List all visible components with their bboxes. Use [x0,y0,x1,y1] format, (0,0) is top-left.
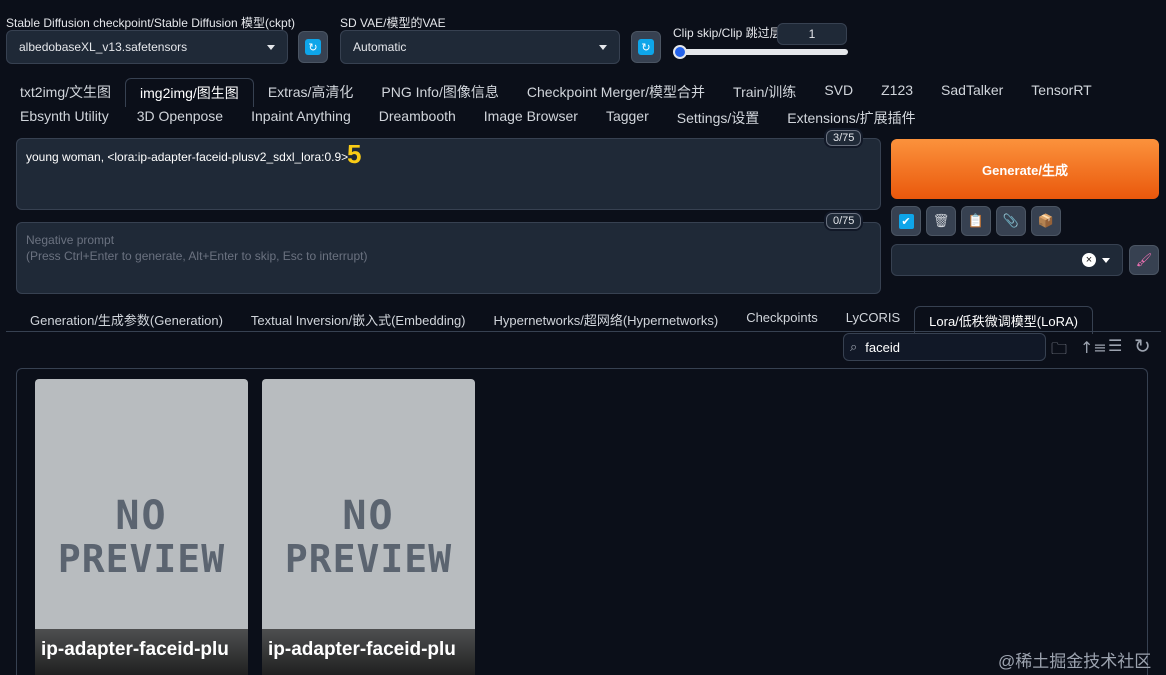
paperclip-button[interactable]: 📎 [996,206,1026,236]
tab-3[interactable]: PNG Info/图像信息 [367,78,512,107]
clipboard-button[interactable]: 📋 [961,206,991,236]
no-preview-bottom: PREVIEW [57,537,226,581]
paperclip-icon: 📎 [1002,213,1020,229]
tab-2[interactable]: Extras/高清化 [254,78,368,107]
checkpoint-refresh-button[interactable]: ↻ [298,31,328,63]
no-preview-top: NO [115,493,168,539]
negative-prompt-token-counter: 0/75 [826,213,862,229]
tab-5[interactable]: Tagger [592,104,663,132]
apply-style-button[interactable]: 🖌 [1129,245,1159,275]
prompt-token-counter: 3/75 [826,130,862,146]
chevron-down-icon [1102,257,1110,263]
clip-skip-input[interactable]: 1 [777,23,847,45]
refresh-icon[interactable]: ↻ [1134,334,1151,358]
main-tabs-row2: Ebsynth Utility 3D Openpose Inpaint Anythi… [6,104,930,132]
tab-2[interactable]: Inpaint Anything [237,104,365,132]
box-icon: 📦 [1037,213,1055,229]
prompt-text: young woman, <lora:ip-adapter-faceid-plu… [26,150,349,164]
tab-0[interactable]: Ebsynth Utility [6,104,123,132]
tab-3[interactable]: Dreambooth [365,104,470,132]
lora-card[interactable]: NO PREVIEW ip-adapter-faceid-plu [262,379,475,675]
network-tab-4[interactable]: LyCORIS [832,306,914,334]
vae-value: Automatic [353,40,407,54]
tab-4[interactable]: Image Browser [470,104,592,132]
network-tab-2[interactable]: Hypernetworks/超网络(Hypernetworks) [480,306,733,334]
network-tabs: Generation/生成参数(Generation) Textual Inver… [16,306,1093,334]
tab-1[interactable]: 3D Openpose [123,104,237,132]
tab-7[interactable]: Extensions/扩展插件 [773,104,929,132]
tab-6[interactable]: SVD [810,78,867,107]
check-icon-button[interactable]: ✔ [891,206,921,236]
negative-prompt-textarea[interactable]: Negative prompt (Press Ctrl+Enter to gen… [16,222,881,294]
refresh-icon: ↻ [305,39,321,55]
clip-skip-label: Clip skip/Clip 跳过层 [673,26,782,40]
chevron-down-icon [267,44,275,50]
box-button[interactable]: 📦 [1031,206,1061,236]
search-icon: ⌕ [850,339,858,355]
vae-refresh-button[interactable]: ↻ [631,31,661,63]
checkpoint-value: albedobaseXL_v13.safetensors [19,40,188,54]
lora-card[interactable]: NO PREVIEW ip-adapter-faceid-plu [35,379,248,675]
prompt-textarea[interactable]: young woman, <lora:ip-adapter-faceid-plu… [16,138,881,210]
generate-button[interactable]: Generate/生成 [891,139,1159,199]
network-tab-0[interactable]: Generation/生成参数(Generation) [16,306,237,334]
no-preview-top: NO [342,493,395,539]
lora-card-name: ip-adapter-faceid-plu [35,629,248,675]
clip-skip-slider[interactable] [673,49,848,55]
tree-view-icon[interactable]: ☰ [1108,336,1122,355]
vae-dropdown[interactable]: Automatic [340,30,620,64]
search-input[interactable]: ⌕ faceid [843,333,1046,361]
tab-7[interactable]: Z123 [867,78,927,107]
tab-6[interactable]: Settings/设置 [663,104,773,132]
tab-1[interactable]: img2img/图生图 [125,78,254,107]
clip-skip-slider-thumb[interactable] [673,45,687,59]
network-tab-5[interactable]: Lora/低秩微调模型(LoRA) [914,306,1093,334]
vae-label: SD VAE/模型的VAE [340,16,446,30]
lora-card-name: ip-adapter-faceid-plu [262,629,475,675]
chevron-down-icon [599,44,607,50]
negative-prompt-hint: (Press Ctrl+Enter to generate, Alt+Enter… [26,249,368,263]
styles-dropdown[interactable]: × [891,244,1123,276]
folder-search-icon[interactable]: 🗀 [1051,338,1067,365]
trash-button[interactable]: 🗑 [926,206,956,236]
check-icon: ✔ [898,213,914,229]
watermark: @稀土掘金技术社区 [998,652,1152,671]
network-tab-3[interactable]: Checkpoints [732,306,832,334]
step-marker: 5 [347,139,362,169]
no-preview-bottom: PREVIEW [284,537,453,581]
sort-icon[interactable]: ↑≡ [1080,338,1107,357]
brush-icon: 🖌 [1135,252,1153,268]
tabs-divider [6,331,1161,332]
tab-8[interactable]: SadTalker [927,78,1017,107]
tab-4[interactable]: Checkpoint Merger/模型合并 [513,78,719,107]
trash-icon: 🗑 [932,213,950,229]
tab-0[interactable]: txt2img/文生图 [6,78,125,107]
tab-9[interactable]: TensorRT [1017,78,1105,107]
refresh-icon: ↻ [638,39,654,55]
clear-icon[interactable]: × [1082,253,1096,267]
search-value: faceid [865,339,900,355]
network-tab-1[interactable]: Textual Inversion/嵌入式(Embedding) [237,306,480,334]
negative-prompt-placeholder: Negative prompt [26,233,115,247]
checkpoint-label: Stable Diffusion checkpoint/Stable Diffu… [6,16,296,30]
main-tabs-row1: txt2img/文生图 img2img/图生图 Extras/高清化 PNG Info… [6,78,1106,107]
checkpoint-dropdown[interactable]: albedobaseXL_v13.safetensors [6,30,288,64]
tab-5[interactable]: Train/训练 [719,78,810,107]
clipboard-icon: 📋 [967,213,985,229]
